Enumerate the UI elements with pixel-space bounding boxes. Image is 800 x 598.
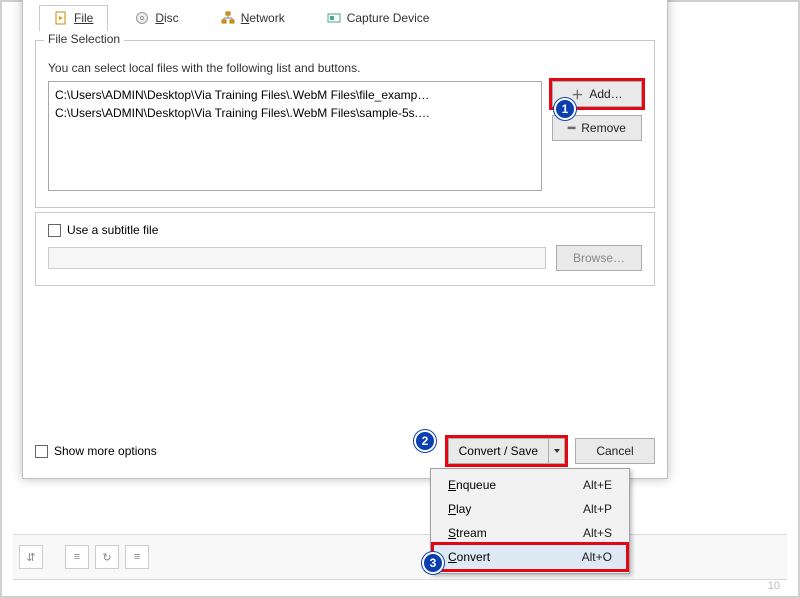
convert-save-button[interactable]: Convert / Save [448, 438, 565, 464]
bg-toolbar-btn: ≡ [65, 545, 89, 569]
bg-toolbar-btn: ↻ [95, 545, 119, 569]
more-options-checkbox[interactable] [35, 445, 48, 458]
menu-item-shortcut: Alt+O [582, 550, 612, 564]
tab-bar: File Disc Network Capture Device [35, 0, 655, 32]
capture-icon [327, 11, 341, 25]
page-number: 10 [768, 580, 780, 592]
list-item[interactable]: C:\Users\ADMIN\Desktop\Via Training File… [55, 104, 535, 122]
menu-item-label: Stream [448, 526, 487, 540]
tab-file-label: File [74, 11, 93, 25]
browse-button: Browse… [556, 245, 642, 271]
dialog-bottom-row: Show more options Convert / Save Cancel [35, 438, 655, 464]
menu-item-play[interactable]: Play Alt+P [434, 497, 626, 521]
open-media-dialog: File Disc Network Capture Device [22, 0, 668, 479]
file-icon [54, 11, 68, 25]
browse-button-label: Browse… [573, 251, 625, 265]
bg-toolbar-btn: ⇵ [19, 545, 43, 569]
menu-item-shortcut: Alt+E [583, 478, 612, 492]
callout-1: 1 [554, 98, 576, 120]
subtitle-checkbox-label: Use a subtitle file [67, 223, 158, 237]
tab-file[interactable]: File [39, 5, 108, 32]
subtitle-checkbox[interactable] [48, 224, 61, 237]
list-item[interactable]: C:\Users\ADMIN\Desktop\Via Training File… [55, 86, 535, 104]
tab-disc-label: Disc [155, 11, 178, 25]
dropdown-arrow-icon[interactable] [548, 439, 564, 463]
tab-disc[interactable]: Disc [120, 5, 193, 32]
menu-item-convert[interactable]: Convert Alt+O [434, 545, 626, 569]
tab-network-label: Network [241, 11, 285, 25]
menu-item-label: Enqueue [448, 478, 496, 492]
tab-capture-label: Capture Device [347, 11, 430, 25]
file-selection-title: File Selection [44, 32, 124, 46]
more-options-label: Show more options [54, 444, 157, 458]
remove-button-label: Remove [581, 121, 626, 135]
tab-capture[interactable]: Capture Device [312, 5, 445, 32]
bg-toolbar-btn: ≡ [125, 545, 149, 569]
cancel-button[interactable]: Cancel [575, 438, 655, 464]
menu-item-label: Play [448, 502, 471, 516]
menu-item-label: Convert [448, 550, 490, 564]
background-toolbar: ⇵ ≡ ↻ ≡ [13, 534, 787, 580]
plus-icon: ＋ [571, 86, 583, 103]
disc-icon [135, 11, 149, 25]
callout-3: 3 [422, 552, 444, 574]
subtitle-path-field [48, 247, 546, 269]
add-button-label: Add… [589, 87, 622, 101]
file-selection-help: You can select local files with the foll… [48, 61, 642, 75]
convert-save-label: Convert / Save [449, 439, 548, 463]
menu-item-shortcut: Alt+P [583, 502, 612, 516]
menu-item-shortcut: Alt+S [583, 526, 612, 540]
menu-item-stream[interactable]: Stream Alt+S [434, 521, 626, 545]
network-icon [221, 11, 235, 25]
tab-network[interactable]: Network [206, 5, 300, 32]
file-list[interactable]: C:\Users\ADMIN\Desktop\Via Training File… [48, 81, 542, 191]
convert-save-menu: Enqueue Alt+E Play Alt+P Stream Alt+S Co… [430, 468, 630, 574]
subtitle-group: Use a subtitle file Browse… [35, 212, 655, 286]
minus-icon: ━ [568, 121, 575, 135]
file-selection-group: File Selection You can select local file… [35, 40, 655, 208]
outer-frame: ⇵ ≡ ↻ ≡ 10 File Disc [0, 0, 800, 598]
menu-item-enqueue[interactable]: Enqueue Alt+E [434, 473, 626, 497]
cancel-button-label: Cancel [596, 444, 633, 458]
callout-2: 2 [414, 430, 436, 452]
